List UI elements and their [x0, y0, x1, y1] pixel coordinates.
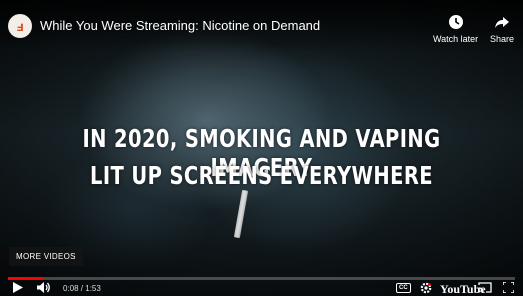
- control-bar: 0:08 / 1:53 CC YouTube: [0, 281, 523, 296]
- progress-bar[interactable]: [8, 277, 515, 280]
- play-icon[interactable]: [13, 282, 23, 293]
- watch-later-button[interactable]: Watch later: [433, 14, 478, 44]
- time-display: 0:08 / 1:53: [63, 284, 101, 293]
- captions-button[interactable]: CC: [396, 283, 411, 293]
- top-bar: ⅎ While You Were Streaming: Nicotine on …: [0, 0, 523, 52]
- progress-fill: [8, 277, 44, 280]
- share-arrow-icon: [495, 17, 510, 28]
- cast-icon[interactable]: [478, 282, 492, 293]
- channel-logo[interactable]: ⅎ: [8, 14, 32, 38]
- clock-icon: [448, 15, 463, 29]
- watch-later-label: Watch later: [433, 34, 479, 44]
- fullscreen-icon[interactable]: [503, 282, 514, 293]
- overlay-headline-line-2: LIT UP SCREENS EVERYWHERE: [90, 161, 433, 190]
- gear-icon[interactable]: [420, 282, 432, 294]
- channel-logo-glyph: ⅎ: [16, 18, 24, 34]
- share-label: Share: [490, 34, 515, 44]
- video-player[interactable]: ⅎ While You Were Streaming: Nicotine on …: [0, 0, 523, 296]
- volume-icon[interactable]: [37, 282, 51, 293]
- video-title[interactable]: While You Were Streaming: Nicotine on De…: [40, 18, 320, 33]
- more-videos-button[interactable]: MORE VIDEOS: [9, 247, 83, 266]
- share-button[interactable]: Share: [490, 14, 514, 44]
